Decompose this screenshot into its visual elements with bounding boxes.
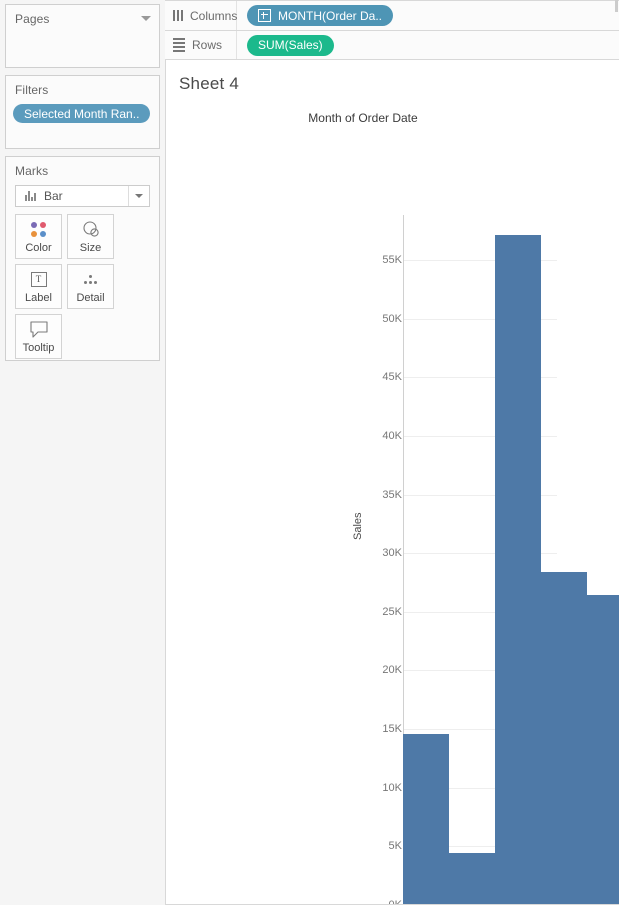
columns-pill-month-order-date[interactable]: MONTH(Order Da.. bbox=[247, 5, 394, 26]
y-tick-label: 40K bbox=[382, 429, 402, 442]
bar-mark[interactable] bbox=[403, 733, 449, 905]
marks-button-size[interactable]: Size bbox=[67, 214, 114, 259]
chevron-down-icon[interactable] bbox=[141, 16, 151, 21]
bar-mark[interactable] bbox=[587, 595, 619, 905]
marks-button-color-label: Color bbox=[25, 241, 52, 254]
bar-series bbox=[403, 205, 619, 905]
columns-pill-label: MONTH(Order Da.. bbox=[278, 8, 383, 23]
worksheet-panel: Columns MONTH(Order Da.. Rows SUM(Sales) bbox=[165, 0, 619, 905]
size-circles-icon bbox=[80, 220, 102, 240]
columns-shelf-dropzone[interactable]: MONTH(Order Da.. bbox=[237, 1, 619, 30]
tableau-worksheet: Pages Filters Selected Month Ran.. Marks… bbox=[0, 0, 619, 905]
pages-card[interactable]: Pages bbox=[5, 4, 160, 68]
y-tick-label: 15K bbox=[382, 723, 402, 736]
rows-pill-sum-sales[interactable]: SUM(Sales) bbox=[247, 34, 334, 56]
tooltip-bubble-icon bbox=[29, 320, 49, 340]
pages-card-title: Pages bbox=[15, 12, 50, 26]
filter-pill-selected-month-range[interactable]: Selected Month Ran.. bbox=[13, 104, 151, 123]
bar-column bbox=[403, 205, 449, 905]
vertical-scrollbar[interactable] bbox=[615, 0, 618, 12]
marks-button-detail[interactable]: Detail bbox=[67, 264, 114, 309]
columns-shelf-label: Columns bbox=[190, 8, 238, 23]
marks-button-label[interactable]: T Label bbox=[15, 264, 62, 309]
bar-column bbox=[449, 205, 495, 905]
detail-dots-icon bbox=[82, 270, 100, 290]
marks-type-value: Bar bbox=[44, 189, 63, 203]
marks-button-tooltip-label: Tooltip bbox=[22, 341, 55, 354]
filters-card-title: Filters bbox=[15, 83, 49, 97]
chart-title: Month of Order Date bbox=[308, 111, 418, 125]
filters-card[interactable]: Filters Selected Month Ran.. bbox=[5, 75, 160, 149]
y-tick-label: 35K bbox=[382, 488, 402, 501]
y-axis-title: Sales bbox=[352, 512, 364, 540]
columns-shelf-label-box: Columns bbox=[165, 1, 237, 30]
color-dots-icon bbox=[31, 220, 46, 240]
bar-column bbox=[587, 205, 619, 905]
marks-button-size-label: Size bbox=[79, 241, 102, 254]
rows-icon bbox=[173, 38, 185, 52]
chevron-down-icon[interactable] bbox=[128, 186, 149, 206]
plus-box-icon[interactable] bbox=[258, 9, 271, 22]
rows-shelf-label: Rows bbox=[192, 38, 223, 52]
y-tick-label: 5K bbox=[388, 840, 402, 853]
marks-button-color[interactable]: Color bbox=[15, 214, 62, 259]
y-tick-label: 50K bbox=[382, 312, 402, 325]
plot-area: 0K 5K 10K 15K 20K 25K 30K 35K 40K 45K 50K 55K Sales… bbox=[166, 205, 619, 905]
shelves-container: Columns MONTH(Order Da.. Rows SUM(Sales) bbox=[165, 0, 619, 60]
marks-card-title: Marks bbox=[15, 164, 49, 178]
y-axis-ticks: 0K 5K 10K 15K 20K 25K 30K 35K 40K 45K 50K 55K bbox=[362, 205, 402, 905]
columns-shelf[interactable]: Columns MONTH(Order Da.. bbox=[165, 0, 619, 30]
y-tick-label: 20K bbox=[382, 664, 402, 677]
bar-column bbox=[541, 205, 587, 905]
columns-icon bbox=[173, 10, 183, 21]
rows-shelf-dropzone[interactable]: SUM(Sales) bbox=[237, 31, 619, 59]
y-tick-label: 10K bbox=[382, 781, 402, 794]
marks-card: Marks Bar Color Size T Label Detail Tool… bbox=[5, 156, 160, 361]
sheet-title: Sheet 4 bbox=[179, 74, 240, 93]
bar-mark[interactable] bbox=[495, 235, 541, 905]
bar-mark[interactable] bbox=[541, 571, 587, 905]
marks-button-tooltip[interactable]: Tooltip bbox=[15, 314, 62, 359]
y-tick-label: 45K bbox=[382, 371, 402, 384]
y-tick-label: 25K bbox=[382, 605, 402, 618]
label-text-icon: T bbox=[30, 270, 47, 290]
rows-shelf-label-box: Rows bbox=[165, 31, 237, 59]
bar-chart-icon bbox=[25, 191, 36, 201]
rows-shelf[interactable]: Rows SUM(Sales) bbox=[165, 30, 619, 60]
marks-type-dropdown[interactable]: Bar bbox=[15, 185, 150, 207]
left-shelf-panel: Pages Filters Selected Month Ran.. Marks… bbox=[0, 0, 165, 905]
y-tick-label: 55K bbox=[382, 254, 402, 267]
bar-column bbox=[495, 205, 541, 905]
marks-button-detail-label: Detail bbox=[76, 291, 105, 304]
marks-button-label-label: Label bbox=[25, 291, 52, 304]
bar-mark[interactable] bbox=[449, 853, 495, 905]
y-tick-label: 30K bbox=[382, 547, 402, 560]
marks-buttons-group: Color Size T Label Detail Tooltip bbox=[6, 207, 159, 359]
view-canvas: Sheet 4 Month of Order Date 0K 5K 10K 15K 20… bbox=[165, 60, 619, 905]
